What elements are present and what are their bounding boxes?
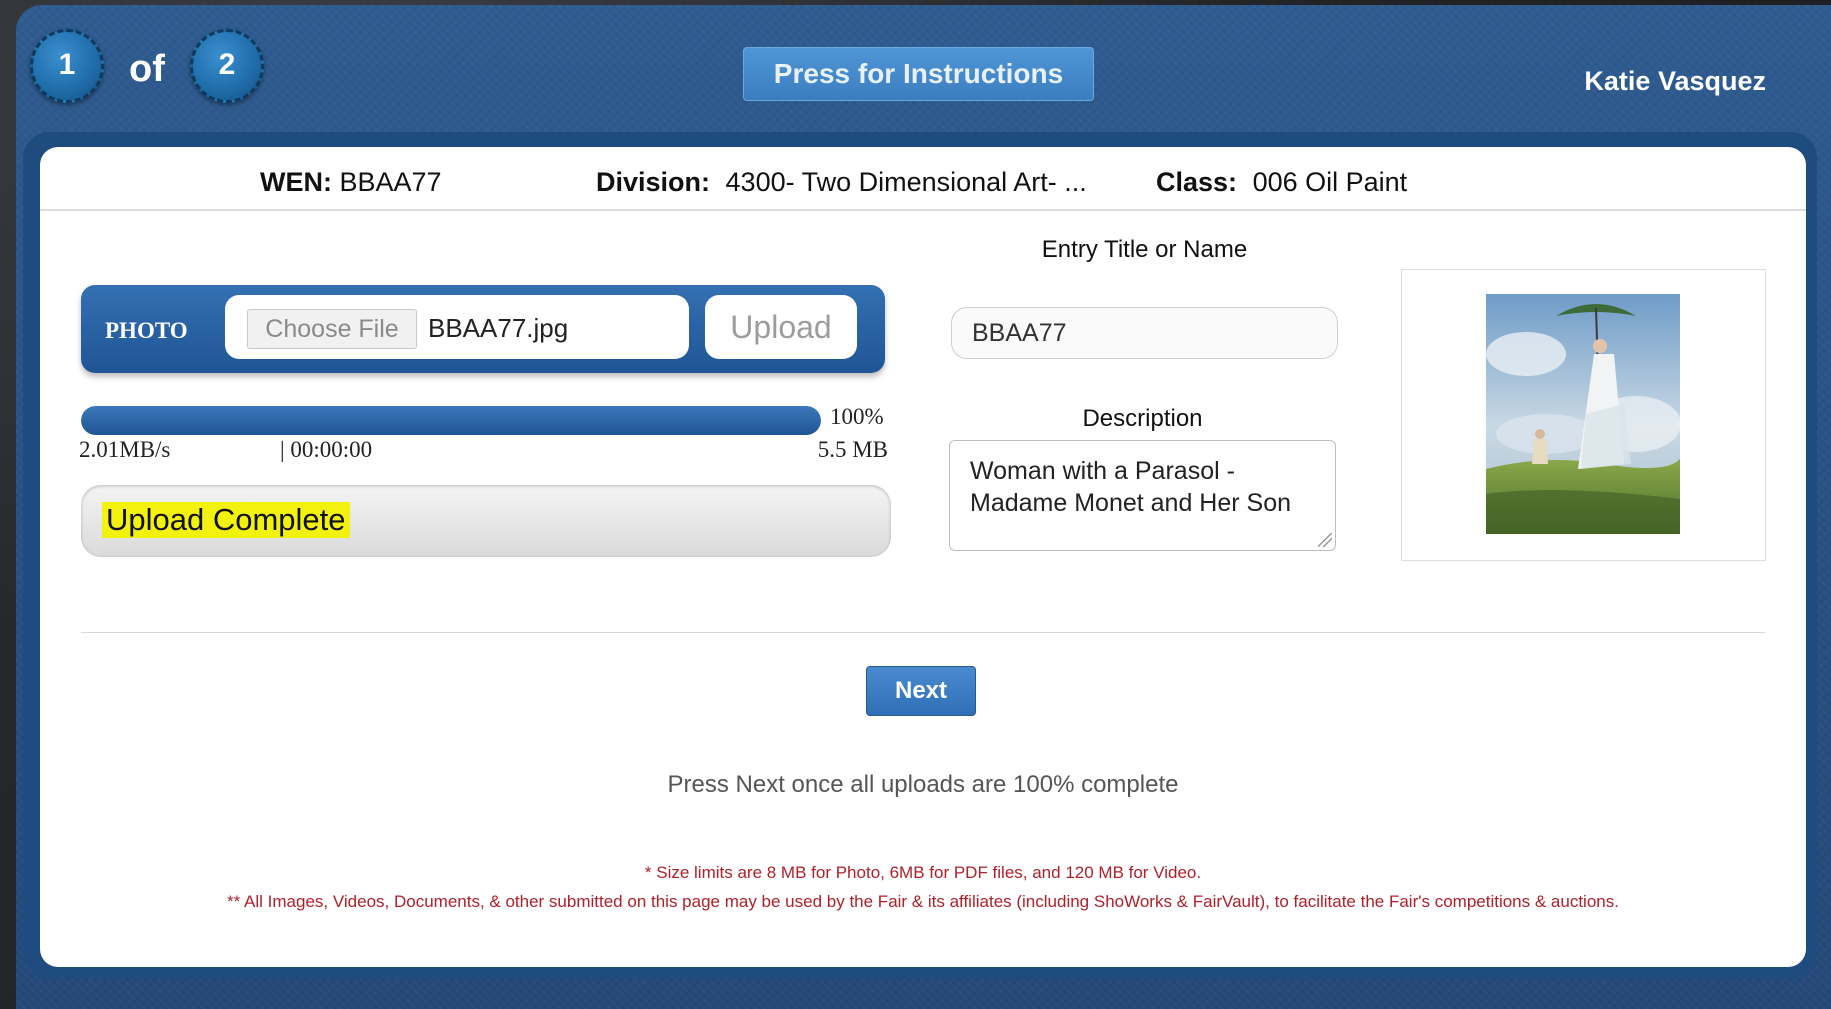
- entry-title-input[interactable]: BBAA77: [951, 307, 1338, 359]
- progress-percent: 100%: [830, 404, 884, 429]
- usage-note: ** All Images, Videos, Documents, & othe…: [227, 892, 1619, 911]
- section-divider: [81, 632, 1765, 633]
- selected-file-name: BBAA77.jpg: [428, 313, 569, 343]
- upload-button[interactable]: Upload: [705, 295, 857, 359]
- photo-label: PHOTO: [105, 318, 188, 343]
- step-total-badge: 2: [190, 29, 264, 103]
- size-limits-note: * Size limits are 8 MB for Photo, 6MB fo…: [644, 863, 1202, 882]
- class-info: Class: 006 Oil Paint: [1156, 167, 1407, 198]
- upload-progress-fill: [81, 406, 821, 435]
- photo-preview: [1401, 269, 1766, 561]
- upload-elapsed: | 00:00:00: [280, 437, 373, 462]
- description-text: Woman with a Parasol - Madame Monet and …: [970, 457, 1292, 517]
- file-input[interactable]: Choose File BBAA77.jpg: [225, 295, 689, 359]
- division-label: Division:: [596, 167, 711, 197]
- next-button[interactable]: Next: [866, 666, 976, 716]
- upload-status: Upload Complete: [102, 502, 350, 538]
- class-value: 006 Oil Paint: [1252, 167, 1408, 197]
- upload-speed: 2.01MB/s: [79, 437, 171, 462]
- description-label: Description: [1082, 405, 1203, 432]
- resize-grip-icon[interactable]: [1318, 533, 1332, 547]
- title-label: Entry Title or Name: [1041, 236, 1248, 263]
- choose-file-button[interactable]: Choose File: [247, 309, 417, 349]
- painting-thumbnail: [1486, 294, 1680, 534]
- photo-upload-bar: PHOTO Choose File BBAA77.jpg Upload: [81, 285, 885, 373]
- step-current-badge: 1: [30, 29, 104, 103]
- class-label: Class:: [1156, 167, 1238, 197]
- next-hint: Press Next once all uploads are 100% com…: [667, 771, 1179, 798]
- user-name: Katie Vasquez: [1584, 66, 1766, 96]
- entry-info-bar: WEN: BBAA77 Division: 4300- Two Dimensio…: [40, 147, 1806, 211]
- instructions-button[interactable]: Press for Instructions: [743, 47, 1094, 101]
- wen-value: BBAA77: [339, 167, 442, 197]
- division-value: 4300- Two Dimensional Art- ...: [725, 167, 1087, 197]
- upload-progress-bar: [81, 406, 821, 435]
- description-textarea[interactable]: Woman with a Parasol - Madame Monet and …: [949, 440, 1336, 551]
- division-info: Division: 4300- Two Dimensional Art- ...: [596, 167, 1087, 198]
- upload-size: 5.5 MB: [817, 437, 888, 462]
- entry-panel: WEN: BBAA77 Division: 4300- Two Dimensio…: [40, 147, 1806, 967]
- step-of-label: of: [129, 48, 165, 90]
- wen-info: WEN: BBAA77: [260, 167, 442, 198]
- upload-status-box: Upload Complete: [81, 485, 891, 557]
- wen-label: WEN:: [260, 167, 332, 197]
